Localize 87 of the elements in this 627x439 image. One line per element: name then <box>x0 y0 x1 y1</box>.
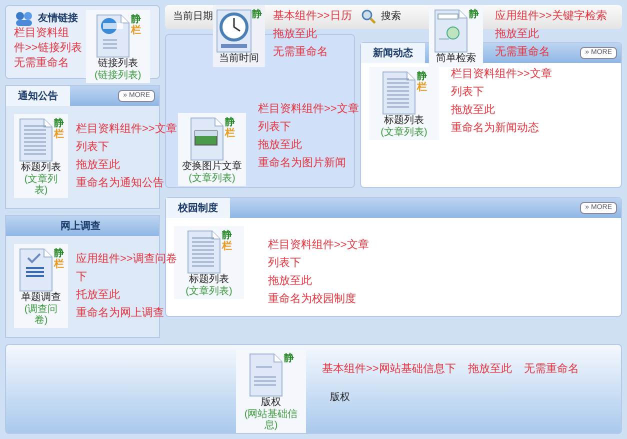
component-tag: 静 <box>54 118 64 129</box>
globe-document-icon <box>94 14 131 58</box>
component-tag: 栏 <box>225 128 235 139</box>
component-type: (链接列表) <box>94 70 142 81</box>
instruction-text: 拖放至此 <box>468 362 512 377</box>
instruction-text: 重命名为通知公告 <box>76 176 164 191</box>
people-icon <box>14 10 34 26</box>
component-tag: 栏 <box>54 259 64 270</box>
instruction-text: 拖放至此 <box>451 103 495 118</box>
component-tag: 静 <box>284 353 294 364</box>
instruction-text: 重命名为校园制度 <box>268 292 356 307</box>
component-tag: 静 <box>222 230 232 241</box>
instruction-text: 应用组件>>调查问卷 <box>76 252 177 267</box>
component-type: (文章列表) <box>188 173 236 184</box>
component-title: 当前时间 <box>219 53 259 65</box>
component-tile[interactable]: 静 版权 (网站基础信息) <box>236 349 306 433</box>
instruction-text: 无需重命名 <box>524 362 579 377</box>
instruction-text: 栏目资料组件>>文章 <box>268 238 369 253</box>
component-title: 标题列表 <box>384 115 424 126</box>
document-icon <box>381 71 417 115</box>
component-tag: 静 <box>417 71 427 82</box>
document-icon <box>186 230 222 274</box>
instruction-text: 无需重命名 <box>14 56 69 71</box>
component-type: (调查问卷) <box>23 304 59 326</box>
clock-icon <box>216 9 252 53</box>
component-type: (文章列表) <box>23 174 59 196</box>
component-tile[interactable]: 静 栏 标题列表 (文章列表) <box>369 67 439 140</box>
component-title: 标题列表 <box>189 274 229 286</box>
picture-document-icon <box>189 117 225 161</box>
panel-title: 网上调查 <box>60 220 102 234</box>
component-title: 链接列表 <box>98 58 138 70</box>
instruction-text: 拖放至此 <box>273 27 317 42</box>
component-title: 标题列表 <box>21 162 61 174</box>
component-tag: 栏 <box>54 129 64 140</box>
magnifier-document-icon <box>433 9 469 53</box>
component-tag: 静 <box>252 9 262 20</box>
component-tag: 栏 <box>130 25 141 36</box>
component-tile[interactable]: 静 栏 单题调查 (调查问卷) <box>14 244 68 328</box>
document-icon <box>248 353 284 397</box>
component-tile[interactable]: 静 当前时间 <box>213 5 265 67</box>
component-tag: 静 <box>130 14 141 25</box>
instruction-text: 列表下 <box>76 140 109 155</box>
panel-title: 友情链接 <box>38 12 78 26</box>
component-type: (文章列表) <box>186 286 232 297</box>
component-title: 单题调查 <box>21 292 61 304</box>
instruction-text: 栏目资料组件>>文章 <box>451 67 552 82</box>
copyright-text: 版权 <box>329 390 351 404</box>
instruction-text: 栏目资料组 <box>14 26 69 41</box>
instruction-text: 栏目资料组件>>文章 <box>258 102 359 117</box>
instruction-text: 拖放至此 <box>258 138 302 153</box>
search-icon <box>361 9 377 25</box>
instruction-text: 拖放至此 <box>495 27 539 42</box>
component-tile[interactable]: 静 栏 变换图片文章 (文章列表) <box>178 113 246 186</box>
component-tile[interactable]: 静 栏 标题列表 (文章列表) <box>14 114 68 198</box>
instruction-text: 拖放至此 <box>268 274 312 289</box>
instruction-text: 重命名为新闻动态 <box>451 121 539 136</box>
component-tile[interactable]: 静 简单检索 <box>429 5 483 67</box>
instruction-text: 下 <box>76 270 87 285</box>
instruction-text: 列表下 <box>451 85 484 100</box>
component-tag: 静 <box>54 248 64 259</box>
document-icon <box>18 118 54 162</box>
component-title: 版权 <box>261 397 281 408</box>
component-title: 简单检索 <box>436 53 476 65</box>
instruction-text: 重命名为网上调查 <box>76 306 164 321</box>
instruction-text: 列表下 <box>258 120 291 135</box>
date-label: 当前日期 <box>172 10 213 24</box>
instruction-text: 列表下 <box>268 256 301 271</box>
instruction-text: 重命名为图片新闻 <box>258 156 346 171</box>
component-title: 变换图片文章 <box>182 161 242 172</box>
instruction-text: 栏目资料组件>>文章 <box>76 122 177 137</box>
component-tag: 静 <box>225 117 235 128</box>
instruction-text: 应用组件>>关键字检索 <box>495 9 607 24</box>
component-tag: 静 <box>469 9 479 20</box>
component-tile[interactable]: 静 栏 链接列表 (链接列表) <box>86 10 150 83</box>
instruction-text: 件>>链接列表 <box>14 41 82 56</box>
instruction-text: 无需重命名 <box>495 45 550 60</box>
instruction-text: 基本组件>>网站基础信息下 <box>322 362 456 377</box>
instruction-text: 拖放至此 <box>76 158 120 173</box>
component-tag: 栏 <box>417 82 427 93</box>
component-tag: 栏 <box>222 241 232 252</box>
instruction-text: 托放至此 <box>76 288 120 303</box>
search-label: 搜索 <box>381 10 402 24</box>
checklist-document-icon <box>18 248 54 292</box>
instruction-text: 无需重命名 <box>273 45 328 60</box>
instruction-text: 基本组件>>日历 <box>273 9 352 24</box>
component-type: (网站基础信息) <box>243 409 299 431</box>
component-type: (文章列表) <box>380 127 428 138</box>
